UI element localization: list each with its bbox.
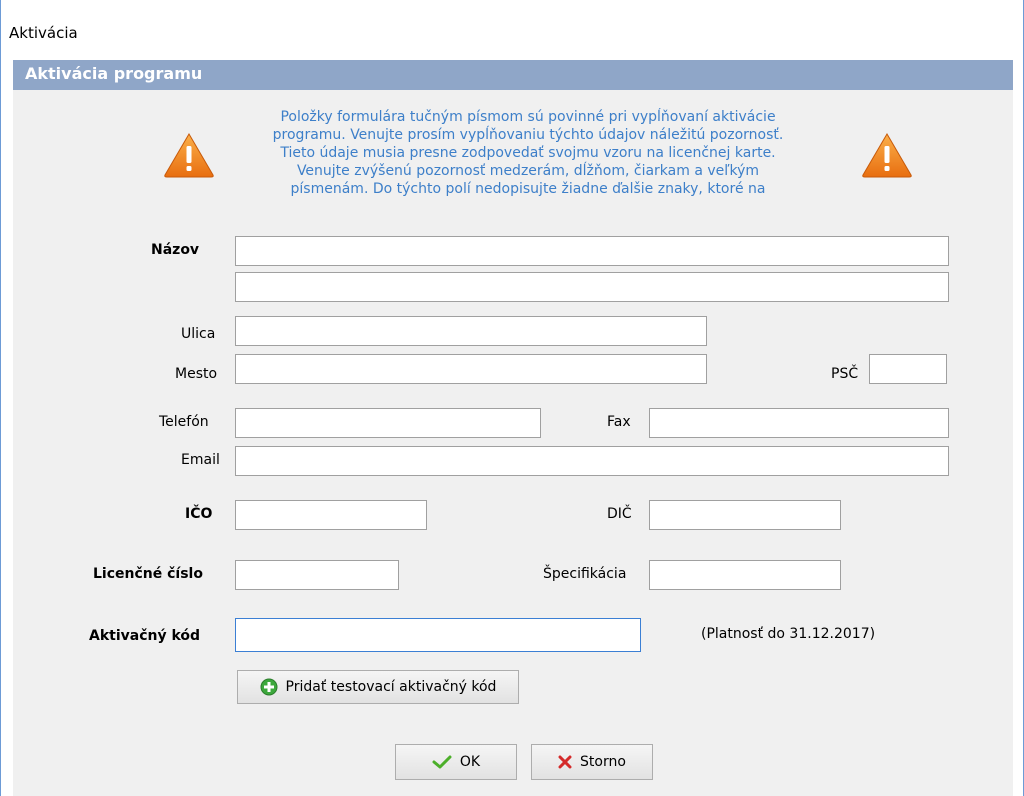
storno-label: Storno xyxy=(580,754,626,770)
notice-line: Tieto údaje musia presne zodpovedať svoj… xyxy=(280,145,776,161)
nazov-field-2[interactable] xyxy=(235,272,949,302)
ico-label: IČO xyxy=(185,506,213,522)
notice-text: Položky formulára tučným písmom sú povin… xyxy=(223,108,833,224)
notice-line: Venujte zvýšenú pozornosť medzerám, dĺžň… xyxy=(296,163,760,179)
nazov-label: Názov xyxy=(151,242,200,258)
licencne-cislo-field[interactable] xyxy=(235,560,399,590)
telefon-label: Telefón xyxy=(159,414,209,430)
fax-label: Fax xyxy=(607,414,631,430)
storno-button[interactable]: Storno xyxy=(531,744,653,780)
telefon-field[interactable] xyxy=(235,408,541,438)
platnost-text: (Platnosť do 31.12.2017) xyxy=(701,626,876,642)
aktivacny-kod-field[interactable] xyxy=(235,618,641,652)
plus-circle-icon xyxy=(260,678,278,696)
warning-triangle-icon xyxy=(861,132,913,178)
activation-dialog: Aktivácia Aktivácia programu Položky for… xyxy=(0,0,1024,796)
form-panel: Položky formulára tučným písmom sú povin… xyxy=(13,90,1013,796)
email-label: Email xyxy=(181,452,220,468)
ok-button[interactable]: OK xyxy=(395,744,517,780)
aktivacny-kod-label: Aktivačný kód xyxy=(89,628,201,644)
x-icon xyxy=(558,755,572,769)
add-test-code-button[interactable]: Pridať testovací aktivačný kód xyxy=(237,670,519,704)
notice-line: programu. Venujte prosím vypĺňovaniu týc… xyxy=(272,127,784,143)
email-field[interactable] xyxy=(235,446,949,476)
specifikacia-field[interactable] xyxy=(649,560,841,590)
specifikacia-label: Špecifikácia xyxy=(543,566,627,582)
dic-label: DIČ xyxy=(607,506,632,522)
licencne-cislo-label: Licenčné číslo xyxy=(93,566,203,582)
notice-line: Položky formulára tučným písmom sú povin… xyxy=(280,109,776,125)
mesto-field[interactable] xyxy=(235,354,707,384)
psc-label: PSČ xyxy=(831,366,859,382)
checkmark-icon xyxy=(432,754,452,770)
add-test-code-label: Pridať testovací aktivačný kód xyxy=(285,679,497,695)
section-title: Aktivácia programu xyxy=(25,64,203,83)
warning-triangle-icon xyxy=(163,132,215,178)
mesto-label: Mesto xyxy=(175,366,218,382)
ico-field[interactable] xyxy=(235,500,427,530)
ulica-field[interactable] xyxy=(235,316,707,346)
fax-field[interactable] xyxy=(649,408,949,438)
section-header: Aktivácia programu xyxy=(13,60,1013,90)
window-title: Aktivácia xyxy=(9,24,78,42)
dic-field[interactable] xyxy=(649,500,841,530)
notice-line: písmenám. Do týchto polí nedopisujte žia… xyxy=(290,181,766,197)
nazov-field-1[interactable] xyxy=(235,236,949,266)
ok-label: OK xyxy=(459,754,481,770)
psc-field[interactable] xyxy=(869,354,947,384)
ulica-label: Ulica xyxy=(181,326,216,342)
title-bar[interactable]: Aktivácia xyxy=(1,0,1023,56)
